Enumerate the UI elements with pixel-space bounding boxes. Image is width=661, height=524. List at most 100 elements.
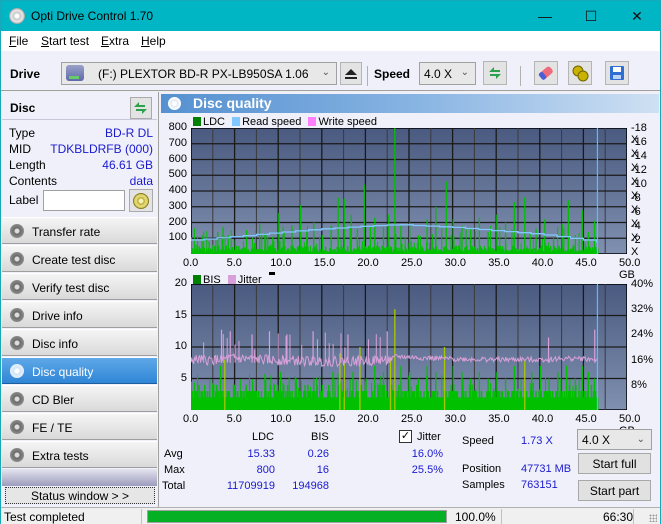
bis-bar bbox=[371, 383, 373, 410]
status-window-button[interactable]: Status window > > bbox=[5, 487, 155, 504]
disc-contents-key: Contents bbox=[9, 174, 58, 188]
ldc-bar bbox=[221, 239, 223, 254]
ldc-bar bbox=[429, 242, 431, 254]
nav-extra-tests[interactable]: Extra tests bbox=[2, 441, 157, 468]
menu-file[interactable]: File bbox=[9, 34, 28, 48]
bis-bar bbox=[410, 386, 412, 410]
ldc-bar bbox=[483, 246, 485, 254]
ldc-spike bbox=[535, 228, 537, 254]
ldc-spike bbox=[513, 202, 515, 254]
resize-grip[interactable] bbox=[649, 514, 657, 522]
bis-bar bbox=[294, 376, 296, 410]
bis-bar bbox=[377, 383, 379, 410]
legend-item-ldc: LDC bbox=[193, 116, 225, 128]
disc-quality-icon bbox=[168, 97, 181, 110]
bis-spike bbox=[382, 372, 385, 410]
start-part-button[interactable]: Start part bbox=[578, 480, 651, 501]
legend-item-read-speed: Read speed bbox=[232, 116, 301, 128]
drive-icon bbox=[66, 65, 84, 81]
legend-label: LDC bbox=[203, 116, 226, 128]
bis-spike bbox=[593, 378, 596, 410]
ldc-bar bbox=[270, 244, 272, 254]
nav-transfer-rate[interactable]: Transfer rate bbox=[2, 217, 157, 244]
bis-spike bbox=[224, 359, 226, 410]
bis-spike bbox=[365, 378, 367, 410]
stats-avg-jitter: 16.0% bbox=[411, 448, 443, 460]
menu-start-test[interactable]: Start test bbox=[41, 34, 89, 48]
disc-label-button[interactable] bbox=[129, 189, 153, 212]
ldc-bar bbox=[203, 231, 205, 254]
extra-tests-icon bbox=[10, 448, 24, 462]
nav-create-test-disc[interactable]: Create test disc bbox=[2, 245, 157, 272]
ldc-bar bbox=[410, 240, 412, 254]
refresh-button[interactable] bbox=[483, 61, 507, 85]
bis-spike bbox=[565, 365, 568, 410]
save-button[interactable] bbox=[605, 61, 629, 85]
stats-total-label: Total bbox=[162, 480, 186, 492]
bis-spike bbox=[243, 391, 245, 410]
drive-select[interactable]: (F:) PLEXTOR BD-R PX-LB950SA 1.06 ⌄ bbox=[61, 62, 337, 85]
ldc-spike bbox=[363, 184, 365, 254]
speed-select[interactable]: 4.0 X ⌄ bbox=[419, 62, 476, 85]
transfer-rate-icon bbox=[10, 224, 24, 238]
nav-drive-info[interactable]: Drive info bbox=[2, 301, 157, 328]
ldc-bar bbox=[255, 229, 257, 254]
ldc-spike bbox=[337, 197, 339, 254]
cd-bler-icon bbox=[10, 392, 24, 406]
bis-bar bbox=[255, 379, 257, 410]
ldc-chart bbox=[191, 128, 627, 254]
menu-extra[interactable]: Extra bbox=[101, 34, 129, 48]
ldc-spike bbox=[552, 238, 555, 254]
erase-button[interactable] bbox=[534, 61, 558, 85]
y-tick-label: 15 bbox=[174, 308, 187, 321]
minimize-button[interactable]: — bbox=[522, 1, 568, 31]
ldc-bar bbox=[554, 246, 556, 254]
ldc-bar bbox=[197, 235, 199, 254]
nav-verify-test-disc[interactable]: Verify test disc bbox=[2, 273, 157, 300]
maximize-button[interactable]: ☐ bbox=[568, 1, 614, 31]
ldc-spike bbox=[544, 219, 546, 254]
bis-bar bbox=[264, 374, 266, 410]
ldc-bar bbox=[532, 239, 534, 254]
drive-select-value: (F:) PLEXTOR BD-R PX-LB950SA 1.06 bbox=[98, 67, 309, 81]
ldc-spike bbox=[496, 214, 498, 254]
close-button[interactable]: ✕ bbox=[614, 1, 660, 31]
test-speed-select[interactable]: 4.0 X ⌄ bbox=[577, 429, 652, 450]
stats-max-ldc: 800 bbox=[256, 464, 275, 476]
x-tick-label: 0.0 bbox=[183, 413, 199, 425]
menu-help[interactable]: Help bbox=[141, 34, 166, 48]
ldc-spike bbox=[208, 241, 210, 254]
chevron-down-icon: ⌄ bbox=[321, 67, 330, 78]
ldc-bar bbox=[474, 231, 476, 254]
nav-fe-te[interactable]: FE / TE bbox=[2, 413, 157, 440]
start-full-button[interactable]: Start full bbox=[578, 453, 651, 474]
nav-disc-quality[interactable]: Disc quality bbox=[2, 357, 157, 384]
bis-spike bbox=[531, 372, 533, 410]
ldc-spike bbox=[217, 231, 219, 254]
menu-help-rest: elp bbox=[149, 34, 166, 48]
ldc-spike bbox=[382, 227, 385, 254]
bis-bar bbox=[297, 387, 299, 410]
chevron-down-icon: ⌄ bbox=[460, 67, 469, 78]
app-disc-icon bbox=[9, 8, 25, 24]
nav-disc-info[interactable]: Disc info bbox=[2, 329, 157, 356]
y-tick-label: 5 bbox=[180, 371, 187, 384]
bis-bar bbox=[248, 374, 250, 410]
nav-cd-bler[interactable]: CD Bler bbox=[2, 385, 157, 412]
disc-label-input[interactable] bbox=[43, 190, 125, 211]
test-speed-value: 4.0 X bbox=[582, 433, 611, 447]
disc-refresh-button[interactable] bbox=[130, 97, 152, 119]
options-button[interactable] bbox=[568, 61, 592, 85]
x-tick-label: 20.0 bbox=[357, 413, 379, 425]
jitter-checkbox[interactable]: ✓ bbox=[399, 430, 412, 443]
x-tick-label: 35.0 bbox=[488, 413, 510, 425]
progress-fill bbox=[148, 511, 446, 522]
elapsed-time: 66:30 bbox=[603, 510, 634, 524]
eject-button[interactable] bbox=[340, 62, 362, 85]
x-tick-label: 40.0 bbox=[531, 257, 554, 269]
drive-info-icon bbox=[10, 308, 24, 322]
bis-spike bbox=[587, 372, 590, 410]
bis-spike bbox=[513, 365, 515, 410]
ldc-bar bbox=[459, 232, 461, 254]
eject-icon bbox=[345, 68, 357, 79]
